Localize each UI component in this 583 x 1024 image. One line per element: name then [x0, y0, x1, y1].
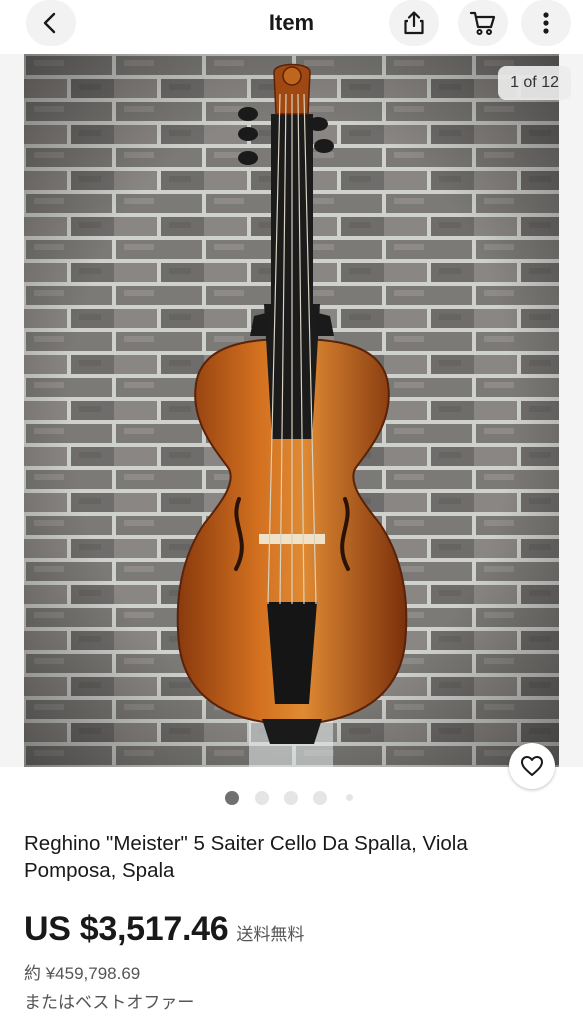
product-image[interactable] — [24, 54, 559, 767]
price-row: US $3,517.46 送料無料 — [24, 910, 304, 949]
pagination-dot[interactable] — [255, 791, 269, 805]
cart-icon — [469, 11, 496, 35]
pagination-dot-more — [346, 794, 353, 801]
pagination-dot-active[interactable] — [225, 791, 239, 805]
listing-title: Reghino "Meister" 5 Saiter Cello Da Spal… — [24, 832, 468, 882]
gallery-pagination — [0, 791, 583, 805]
pagination-dot[interactable] — [313, 791, 327, 805]
shipping-info: 送料無料 — [236, 925, 305, 944]
pagination-dot[interactable] — [284, 791, 298, 805]
more-vertical-icon — [543, 12, 549, 34]
share-icon — [404, 11, 424, 35]
share-button[interactable] — [389, 0, 439, 46]
heart-icon — [521, 756, 543, 776]
best-offer-label: またはベストオファー — [24, 993, 195, 1012]
top-app-bar: Item — [0, 0, 583, 52]
image-counter: 1 of 12 — [498, 66, 571, 100]
image-gallery[interactable]: 1 of 12 — [0, 54, 583, 789]
price: US $3,517.46 — [24, 910, 229, 948]
cart-button[interactable] — [458, 0, 508, 46]
more-options-button[interactable] — [521, 0, 571, 46]
watch-button[interactable] — [509, 743, 555, 789]
converted-price: 約 ¥459,798.69 — [24, 964, 141, 983]
